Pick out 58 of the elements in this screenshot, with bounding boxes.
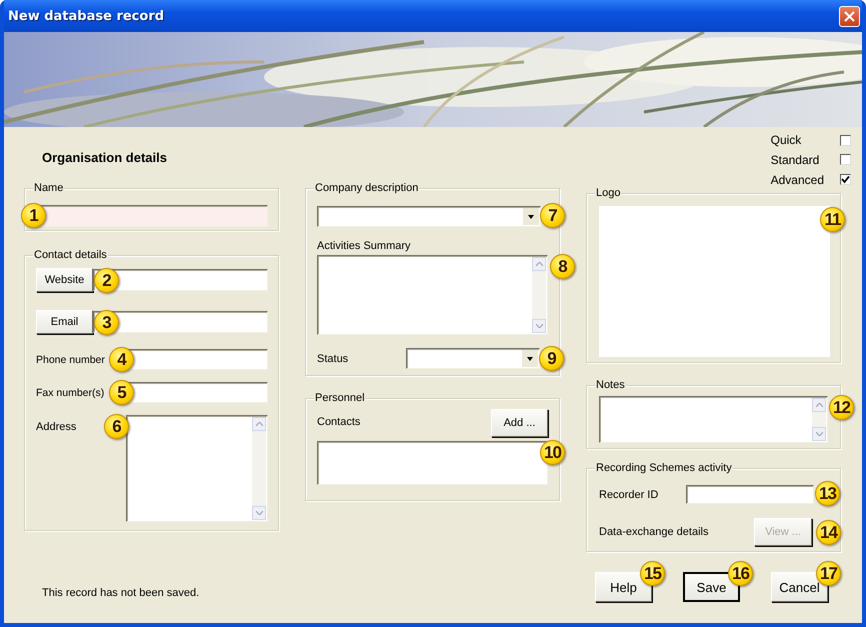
callout-number: 9 — [539, 346, 564, 371]
link-button[interactable]: Website — [36, 268, 93, 292]
callout-number: 12 — [829, 395, 854, 420]
text-field[interactable] — [93, 311, 268, 333]
field-label: Address — [36, 421, 76, 433]
add-button[interactable]: Add ... — [491, 409, 548, 437]
callout-number: 13 — [815, 481, 840, 506]
field-label: Status — [317, 352, 348, 364]
field-label: Fax number(s) — [36, 386, 104, 398]
chevron-up-icon — [256, 422, 262, 426]
text-area[interactable] — [599, 396, 828, 443]
dropdown-button[interactable] — [523, 208, 539, 225]
callout-number: 6 — [104, 414, 129, 439]
caret-icon — [527, 356, 533, 360]
group-legend: Logo — [595, 187, 622, 200]
callout-number: 1 — [21, 203, 46, 228]
mode-checkbox[interactable] — [840, 174, 851, 186]
link-button[interactable]: Email — [36, 310, 93, 334]
mode-checkbox[interactable] — [840, 134, 851, 146]
field-label: Phone number — [36, 354, 105, 366]
text-field[interactable] — [126, 349, 268, 370]
mode-checkbox[interactable] — [840, 154, 851, 166]
mode-label: Advanced — [770, 172, 824, 187]
field-label: Activities Summary — [317, 240, 412, 252]
close-icon — [844, 10, 855, 22]
group-legend: Company description — [314, 182, 420, 195]
window-title: New database record — [8, 8, 164, 24]
callout-number: 4 — [109, 347, 134, 372]
chevron-down-icon — [256, 511, 262, 515]
status-message: This record has not been saved. — [42, 587, 200, 599]
mode-label: Standard — [770, 152, 820, 167]
text-field[interactable] — [126, 382, 268, 403]
callout-number: 16 — [728, 561, 753, 586]
callout-number: 5 — [109, 380, 134, 405]
name-field[interactable] — [38, 205, 268, 227]
dropdown-field[interactable] — [406, 348, 540, 369]
field-label: Contacts — [317, 416, 360, 428]
caret-icon — [528, 214, 534, 218]
mode-label: Quick — [770, 133, 802, 148]
chevron-down-icon — [536, 324, 542, 328]
dropdown-field[interactable] — [317, 206, 541, 227]
chevron-up-icon — [816, 403, 822, 407]
callout-number: 14 — [816, 520, 841, 545]
chevron-up-icon — [536, 262, 542, 266]
dropdown-button[interactable] — [522, 350, 538, 367]
callout-number: 10 — [540, 440, 565, 465]
field-label: Data-exchange details — [599, 526, 708, 538]
callout-number: 15 — [640, 561, 665, 586]
field-label: Recorder ID — [599, 488, 658, 500]
callout-number: 17 — [816, 561, 841, 586]
callout-number: 11 — [820, 207, 845, 232]
callout-number: 8 — [550, 254, 575, 279]
group-legend: Recording Schemes activity — [595, 462, 733, 475]
callout-number: 7 — [540, 203, 565, 228]
text-field[interactable] — [686, 485, 814, 504]
text-field[interactable] — [93, 269, 268, 291]
close-button[interactable] — [839, 6, 860, 26]
chevron-down-icon — [816, 432, 822, 436]
